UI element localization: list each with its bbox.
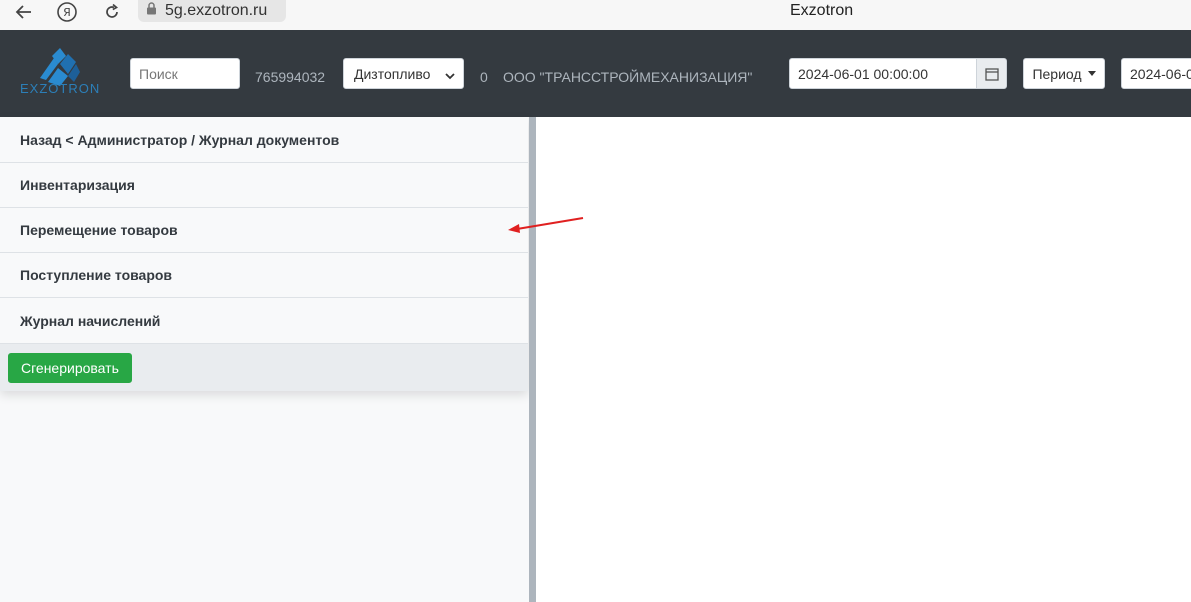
fuel-select-value: Дизтопливо <box>354 65 431 82</box>
document-menu: Назад < Администратор / Журнал документо… <box>0 117 528 391</box>
logo-mark-icon <box>40 48 80 86</box>
app-header: EXZOTRON 765994032 Дизтопливо 0 ООО "ТРА… <box>0 30 1191 117</box>
date-to-input[interactable]: 2024-06-0 <box>1121 58 1191 89</box>
address-bar[interactable]: 5g.exzotron.ru <box>138 0 286 22</box>
count-value: 0 <box>480 69 488 85</box>
chevron-down-icon <box>445 68 455 84</box>
menu-item-goods-receipt[interactable]: Поступление товаров <box>0 253 528 298</box>
browser-toolbar: Я 5g.exzotron.ru Exzotron <box>0 0 1191 30</box>
date-from-input[interactable]: 2024-06-01 00:00:00 <box>789 58 977 89</box>
tab-title: Exzotron <box>790 2 854 19</box>
period-dropdown-button[interactable]: Период <box>1023 58 1105 89</box>
lock-icon <box>146 2 157 20</box>
menu-footer: Сгенерировать <box>0 344 528 391</box>
logo-text: EXZOTRON <box>20 81 101 96</box>
back-icon[interactable] <box>10 0 38 24</box>
menu-item-inventory[interactable]: Инвентаризация <box>0 163 528 208</box>
url-text: 5g.exzotron.ru <box>165 2 268 19</box>
menu-item-accrual-journal[interactable]: Журнал начислений <box>0 298 528 344</box>
sidebar-panel: Назад < Администратор / Журнал документо… <box>0 117 529 602</box>
period-label: Период <box>1032 65 1082 82</box>
svg-text:Я: Я <box>63 6 71 19</box>
date-from-value: 2024-06-01 00:00:00 <box>798 65 928 82</box>
generate-button[interactable]: Сгенерировать <box>8 352 132 383</box>
search-input[interactable] <box>130 58 240 89</box>
menu-item-goods-transfer[interactable]: Перемещение товаров <box>0 208 528 253</box>
annotation-arrow-icon <box>508 217 584 233</box>
breadcrumb[interactable]: Назад < Администратор / Журнал документо… <box>0 117 528 163</box>
logo[interactable]: EXZOTRON <box>18 46 104 102</box>
panel-splitter[interactable] <box>529 117 536 602</box>
reload-icon[interactable] <box>98 0 126 24</box>
main-content <box>536 117 1191 602</box>
company-name: ООО "ТРАНССТРОЙМЕХАНИЗАЦИЯ" <box>503 69 753 85</box>
caret-down-icon <box>1087 71 1096 76</box>
date-to-value: 2024-06-0 <box>1130 65 1191 82</box>
calendar-button[interactable] <box>976 58 1007 89</box>
fuel-select[interactable]: Дизтопливо <box>343 58 464 89</box>
account-id: 765994032 <box>255 69 326 85</box>
calendar-icon <box>984 67 999 81</box>
yandex-icon[interactable]: Я <box>53 0 81 24</box>
